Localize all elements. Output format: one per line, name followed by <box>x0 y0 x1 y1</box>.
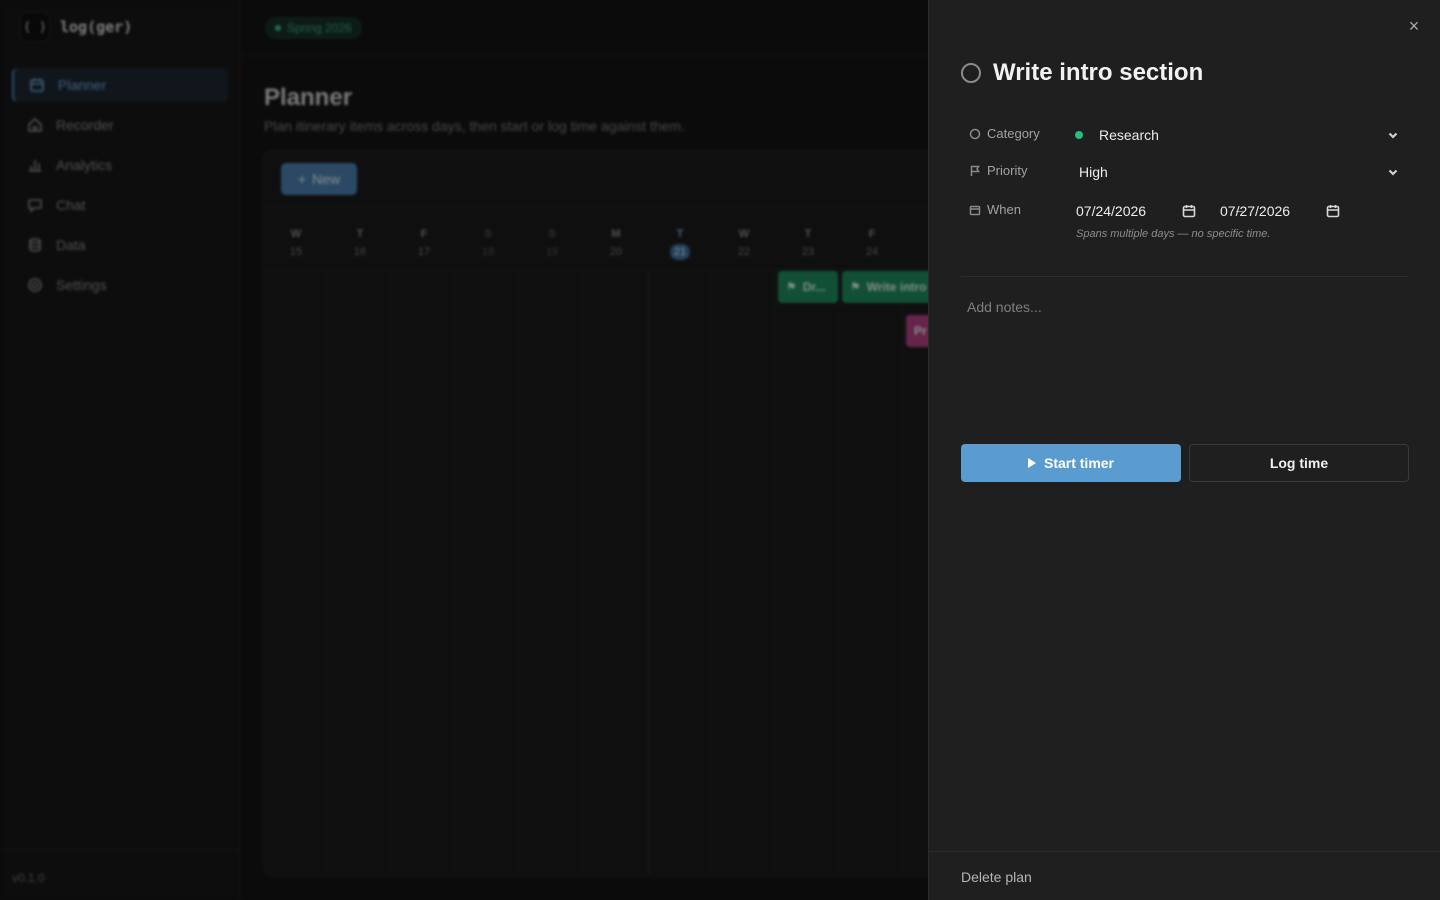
start-timer-button[interactable]: Start timer <box>961 444 1181 482</box>
category-value: Research <box>1099 127 1159 143</box>
chevron-down-icon <box>1387 128 1399 140</box>
circle-icon <box>969 128 981 139</box>
chevron-down-icon <box>1387 165 1399 177</box>
category-select[interactable]: Research <box>1069 120 1409 150</box>
priority-select[interactable]: High <box>1069 157 1409 187</box>
when-field-label: When <box>969 202 1021 217</box>
category-color-dot <box>1075 131 1083 139</box>
priority-row: Priority High <box>961 157 1409 187</box>
calendar-icon <box>969 205 981 215</box>
priority-field-label: Priority <box>969 163 1027 178</box>
complete-toggle[interactable] <box>961 63 981 83</box>
category-row: Category Research <box>961 120 1409 150</box>
delete-plan-button[interactable]: Delete plan <box>961 869 1032 885</box>
log-time-button[interactable]: Log time <box>1189 444 1409 482</box>
priority-label: Priority <box>987 163 1028 178</box>
plan-detail-drawer: × Write intro section Category Research … <box>928 0 1440 900</box>
close-icon[interactable]: × <box>1404 16 1424 36</box>
notes-input[interactable]: Add notes... <box>967 299 1042 315</box>
plan-title[interactable]: Write intro section <box>993 59 1203 87</box>
start-timer-label: Start timer <box>1043 455 1115 471</box>
drawer-footer: Delete plan <box>929 851 1440 900</box>
play-icon <box>1027 458 1036 468</box>
category-field-label: Category <box>969 126 1040 141</box>
calendar-picker-icon[interactable] <box>1326 204 1340 218</box>
start-date-value: 07/24/2026 <box>1076 203 1147 219</box>
start-date-input[interactable]: 07/24/2026 <box>1076 198 1226 224</box>
when-row: When 07/24/2026 – 07/27/2026 <box>961 196 1409 226</box>
when-label: When <box>987 202 1021 217</box>
when-hint: Spans multiple days — no specific time. <box>1076 228 1271 240</box>
end-date-input[interactable]: 07/27/2026 <box>1220 198 1370 224</box>
log-time-label: Log time <box>1269 455 1329 471</box>
divider <box>961 276 1409 277</box>
end-date-value: 07/27/2026 <box>1220 203 1291 219</box>
calendar-picker-icon[interactable] <box>1182 204 1196 218</box>
category-label: Category <box>987 126 1040 141</box>
flag-icon <box>970 165 980 176</box>
priority-value: High <box>1079 164 1108 180</box>
